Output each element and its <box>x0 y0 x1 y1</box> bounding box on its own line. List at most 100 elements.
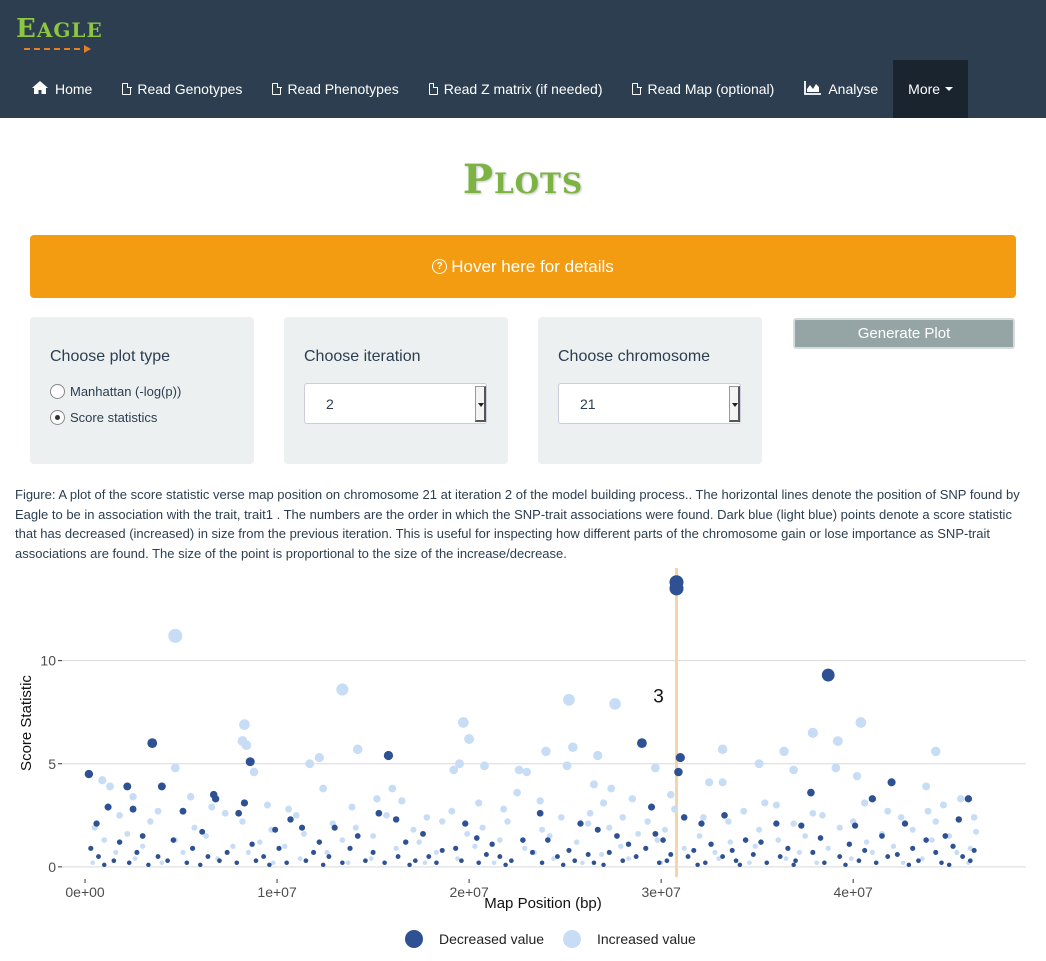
increased-point <box>241 740 252 751</box>
decreased-point <box>476 860 481 866</box>
increased-point <box>897 814 905 821</box>
increased-point <box>305 759 315 769</box>
increased-point <box>239 818 246 825</box>
decreased-point <box>851 822 859 829</box>
increased-point <box>270 860 276 866</box>
radio-button[interactable] <box>50 384 65 399</box>
increased-point <box>230 843 236 849</box>
increased-point <box>661 826 668 833</box>
nav-item-read-map[interactable]: Read Map (optional) <box>617 60 789 118</box>
increased-point <box>599 799 608 807</box>
decreased-point <box>157 782 166 791</box>
decreased-point <box>923 837 929 843</box>
decreased-point <box>777 854 783 859</box>
increased-point <box>922 782 931 791</box>
increased-point <box>457 717 469 728</box>
decreased-point <box>652 830 659 837</box>
increased-point <box>718 778 727 787</box>
x-tick-label: 3e+07 <box>641 884 681 900</box>
decreased-point <box>910 845 916 851</box>
decreased-point <box>298 824 306 831</box>
eagle-logo[interactable]: EAGLE <box>16 14 102 54</box>
decreased-point <box>434 860 439 866</box>
increased-point <box>783 856 789 862</box>
increased-point <box>848 856 854 862</box>
decreased-point <box>691 847 697 853</box>
decreased-point <box>539 860 545 866</box>
decreased-point <box>720 854 726 859</box>
iteration-select[interactable]: 2 <box>304 383 487 424</box>
decreased-point <box>674 767 683 777</box>
decreased-point <box>126 860 132 866</box>
decreased-point <box>311 849 317 855</box>
increased-point <box>573 839 580 845</box>
iteration-label: Choose iteration <box>304 348 421 365</box>
increased-point <box>756 826 763 833</box>
increased-point <box>654 837 661 843</box>
increased-point <box>825 845 831 851</box>
nav-item-analyse[interactable]: Analyse <box>789 60 893 118</box>
details-hover-banner[interactable]: ? Hover here for details <box>30 235 1016 298</box>
increased-point <box>352 744 363 755</box>
decreased-point <box>601 862 606 868</box>
decreased-point <box>426 854 432 859</box>
increased-point <box>775 837 782 843</box>
select-arrow-icon[interactable] <box>475 386 486 422</box>
increased-point <box>336 683 349 696</box>
main-nav: Home Read Genotypes Read Phenotypes Read… <box>16 60 969 118</box>
decreased-point <box>773 820 780 827</box>
decreased-point <box>347 845 353 851</box>
increased-point <box>479 824 486 831</box>
increased-point <box>373 795 381 803</box>
nav-item-read-genotypes[interactable]: Read Genotypes <box>107 60 257 118</box>
nav-item-read-z-matrix[interactable]: Read Z matrix (if needed) <box>414 60 618 118</box>
increased-point <box>208 803 216 811</box>
increased-point <box>522 845 528 851</box>
increased-point <box>562 761 572 771</box>
increased-point <box>727 839 734 845</box>
decreased-point <box>837 854 843 859</box>
increased-point <box>132 856 138 862</box>
decreased-point <box>695 862 700 868</box>
decreased-point <box>134 849 140 855</box>
increased-point <box>348 803 356 811</box>
increased-point <box>618 843 624 849</box>
increased-point <box>712 849 718 855</box>
radio-manhattan[interactable]: Manhattan (-log(p)) <box>50 384 181 399</box>
increased-point <box>700 814 707 821</box>
nav-item-home[interactable]: Home <box>16 60 107 118</box>
decreased-point <box>560 862 566 868</box>
nav-item-label: Read Genotypes <box>137 81 243 97</box>
increased-point <box>180 849 186 855</box>
decreased-point <box>648 803 656 811</box>
increased-point <box>761 799 769 807</box>
logo-arrow-icon <box>24 45 96 53</box>
decreased-point <box>791 862 796 868</box>
x-axis-label: Map Position (bp) <box>484 895 602 912</box>
decreased-point <box>276 845 282 851</box>
nav-item-more[interactable]: More <box>893 60 969 118</box>
increased-point <box>819 811 826 819</box>
decreased-point <box>843 862 848 868</box>
radio-score-statistics[interactable]: Score statistics <box>50 410 157 425</box>
decreased-point <box>545 837 551 843</box>
increased-point <box>929 837 935 843</box>
generate-plot-button[interactable]: Generate Plot <box>793 318 1015 349</box>
decreased-point <box>585 852 591 857</box>
increased-point <box>504 818 511 825</box>
decreased-point <box>146 862 151 868</box>
increased-point <box>292 811 300 819</box>
decreased-point <box>708 841 714 847</box>
select-arrow-icon[interactable] <box>729 386 740 422</box>
decreased-point <box>189 845 196 851</box>
decreased-point <box>520 837 526 843</box>
increased-point <box>635 830 642 837</box>
radio-button-checked[interactable] <box>50 410 65 425</box>
nav-item-read-phenotypes[interactable]: Read Phenotypes <box>257 60 413 118</box>
decreased-point <box>462 820 469 827</box>
legend-label-decreased: Decreased value <box>439 931 544 947</box>
radio-label: Score statistics <box>70 410 158 425</box>
chart-legend: Decreased value Increased value <box>405 930 696 948</box>
chromosome-select[interactable]: 21 <box>558 383 741 424</box>
decreased-point <box>960 854 966 859</box>
